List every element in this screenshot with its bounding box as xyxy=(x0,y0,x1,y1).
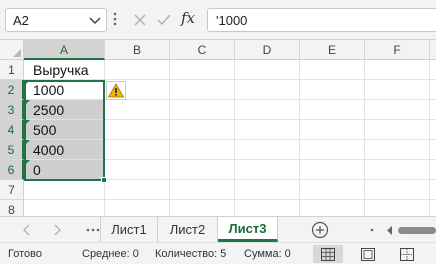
more-options-icon[interactable] xyxy=(113,11,117,27)
sheet-tab-1[interactable]: Лист1 xyxy=(100,217,158,242)
more-sheets-icon[interactable] xyxy=(86,228,100,232)
column-header-a[interactable]: A xyxy=(24,40,105,60)
scroll-options-icon[interactable] xyxy=(370,228,374,232)
row-header-7[interactable]: 7 xyxy=(0,180,24,200)
error-indicator-icon xyxy=(24,80,30,86)
formula-buttons: fx xyxy=(126,8,202,32)
worksheet-grid: A B C D E F 1 2 3 4 5 6 7 8 Выручка 1000… xyxy=(0,40,436,216)
column-header-c[interactable]: C xyxy=(170,40,235,60)
row-header-3[interactable]: 3 xyxy=(0,100,24,120)
cell-a2-value: 1000 xyxy=(33,82,65,98)
status-count: Количество: 5 xyxy=(155,248,227,260)
column-header-e[interactable]: E xyxy=(300,40,365,60)
sheet-tabs-bar: Лист1 Лист2 Лист3 xyxy=(0,216,436,242)
normal-view-button[interactable] xyxy=(313,245,343,263)
fill-handle[interactable] xyxy=(101,177,107,183)
warning-icon xyxy=(107,83,125,98)
add-sheet-icon[interactable] xyxy=(311,221,329,239)
row-header-4[interactable]: 4 xyxy=(0,120,24,140)
cell-a4[interactable]: 500 xyxy=(24,120,105,140)
cell-a7[interactable] xyxy=(24,180,105,200)
name-box-value: A2 xyxy=(13,13,29,28)
cell-a8[interactable] xyxy=(24,200,105,216)
formula-value: '1000 xyxy=(216,13,248,28)
error-warning-button[interactable] xyxy=(106,81,126,100)
column-header-g[interactable] xyxy=(430,40,436,60)
cancel-x-icon[interactable] xyxy=(132,12,148,28)
row-header-2[interactable]: 2 xyxy=(0,80,24,100)
row-header-6[interactable]: 6 xyxy=(0,160,24,180)
cell-a6-value: 0 xyxy=(33,162,41,178)
row-header-5[interactable]: 5 xyxy=(0,140,24,160)
chevron-down-icon[interactable] xyxy=(88,12,102,28)
insert-function-button[interactable]: fx xyxy=(181,9,195,27)
page-break-icon xyxy=(400,248,414,261)
column-header-b[interactable]: B xyxy=(105,40,170,60)
cell-a5-value: 4000 xyxy=(33,142,65,158)
scroll-tabs-right-icon[interactable] xyxy=(52,224,62,236)
cell-a1[interactable]: Выручка xyxy=(24,60,105,80)
sheet-tab-3[interactable]: Лист3 xyxy=(218,217,278,242)
cell-a3[interactable]: 2500 xyxy=(24,100,105,120)
formula-input[interactable]: '1000 xyxy=(207,8,436,32)
select-all-icon xyxy=(13,49,21,57)
column-header-d[interactable]: D xyxy=(235,40,300,60)
cell-a6[interactable]: 0 xyxy=(24,160,105,180)
empty-cells-area[interactable] xyxy=(105,60,436,216)
page-break-preview-button[interactable] xyxy=(392,245,422,263)
cell-a5[interactable]: 4000 xyxy=(24,140,105,160)
row-header-8[interactable]: 8 xyxy=(0,200,24,216)
horizontal-scrollbar[interactable] xyxy=(386,226,436,235)
cell-a2[interactable]: 1000 xyxy=(24,80,105,100)
status-sum: Сумма: 0 xyxy=(244,248,291,260)
scrollbar-thumb[interactable] xyxy=(398,227,436,234)
formula-bar: A2 fx '1000 xyxy=(0,0,436,40)
error-indicator-icon xyxy=(24,100,30,106)
normal-view-icon xyxy=(321,248,335,261)
error-indicator-icon xyxy=(24,140,30,146)
error-indicator-icon xyxy=(24,160,30,166)
cell-a4-value: 500 xyxy=(33,122,57,138)
row-header-1[interactable]: 1 xyxy=(0,60,24,80)
scroll-tabs-left-icon[interactable] xyxy=(22,224,32,236)
confirm-check-icon[interactable] xyxy=(156,12,172,28)
error-indicator-icon xyxy=(24,120,30,126)
name-box[interactable]: A2 xyxy=(5,8,107,32)
scroll-left-icon[interactable] xyxy=(386,226,394,235)
status-ready: Готово xyxy=(8,248,42,260)
status-bar: Готово Среднее: 0 Количество: 5 Сумма: 0 xyxy=(0,242,436,264)
select-all-corner[interactable] xyxy=(0,40,24,60)
column-header-f[interactable]: F xyxy=(365,40,430,60)
sheet-tab-2[interactable]: Лист2 xyxy=(158,217,218,242)
page-layout-button[interactable] xyxy=(353,245,383,263)
page-layout-icon xyxy=(361,248,375,261)
status-average: Среднее: 0 xyxy=(82,248,139,260)
cell-a3-value: 2500 xyxy=(33,102,65,118)
